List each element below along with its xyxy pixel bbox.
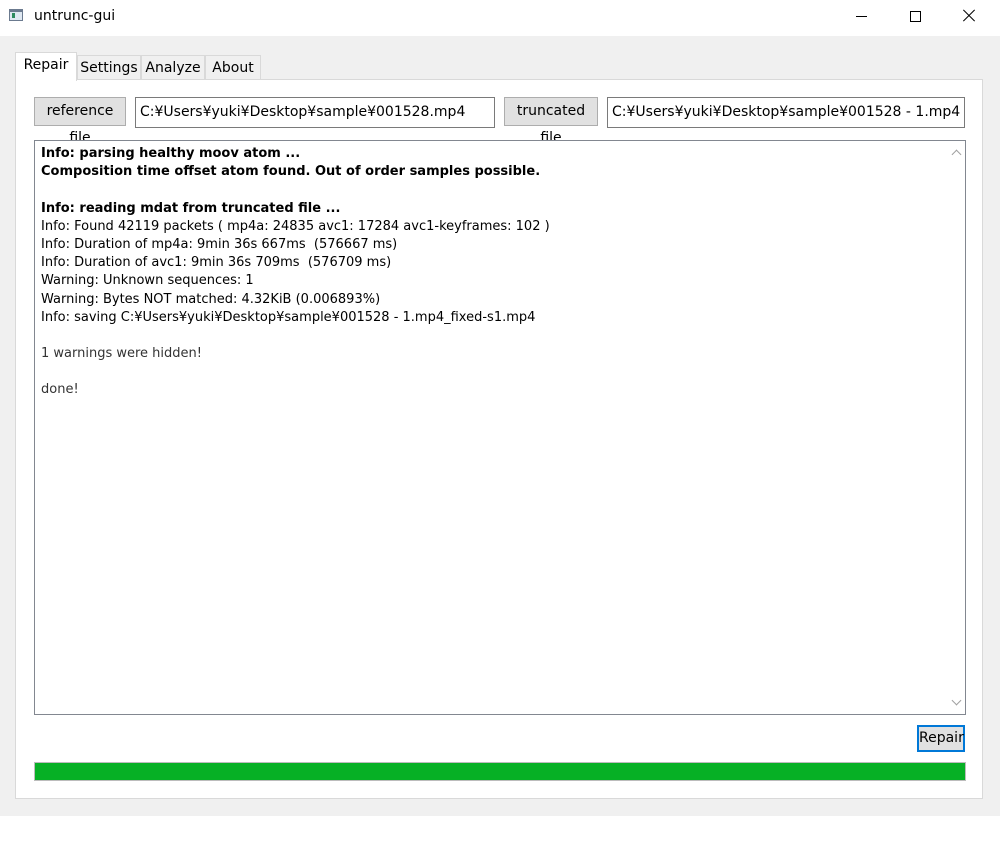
- log-line: Info: Duration of avc1: 9min 36s 709ms (…: [41, 255, 392, 271]
- maximize-button[interactable]: [888, 0, 942, 32]
- log-line: done!: [41, 382, 79, 398]
- repair-button[interactable]: Repair: [917, 725, 965, 752]
- progress-bar-fill: [35, 763, 965, 780]
- log-line: Warning: Unknown sequences: 1: [41, 273, 254, 289]
- scroll-up-button[interactable]: [947, 143, 965, 163]
- log-scrollbar[interactable]: [947, 141, 965, 714]
- title-bar[interactable]: untrunc-gui: [0, 0, 1000, 36]
- log-line: Info: reading mdat from truncated file .…: [41, 200, 341, 216]
- close-icon: [962, 9, 976, 23]
- close-button[interactable]: [942, 0, 996, 32]
- app-window-icon: [9, 9, 23, 21]
- log-line: Info: saving C:¥Users¥yuki¥Desktop¥sampl…: [41, 309, 536, 325]
- log-output[interactable]: Info: parsing healthy moov atom ... Compo…: [34, 140, 966, 715]
- log-line: Info: Duration of mp4a: 9min 36s 667ms (…: [41, 236, 398, 252]
- truncated-file-button[interactable]: truncated file: [504, 97, 598, 146]
- scroll-down-button[interactable]: [947, 692, 965, 712]
- log-text: Info: parsing healthy moov atom ... Compo…: [41, 145, 941, 400]
- reference-file-path-field[interactable]: C:¥Users¥yuki¥Desktop¥sample¥001528.mp4: [135, 97, 495, 128]
- log-line: Warning: Bytes NOT matched: 4.32KiB (0.0…: [41, 291, 381, 307]
- log-line: Info: parsing healthy moov atom ...: [41, 146, 301, 161]
- log-line: Info: Found 42119 packets ( mp4a: 24835 …: [41, 218, 550, 234]
- app-window: untrunc-gui Repair Settings Analyze Abou…: [0, 0, 1000, 816]
- log-line: Composition time offset atom found. Out …: [41, 164, 541, 180]
- tab-analyze[interactable]: Analyze: [141, 55, 205, 80]
- chevron-up-icon: [951, 149, 961, 160]
- progress-bar: [34, 762, 966, 781]
- tab-about[interactable]: About: [205, 55, 261, 80]
- truncated-file-path-field[interactable]: C:¥Users¥yuki¥Desktop¥sample¥001528 - 1.…: [607, 97, 965, 128]
- tab-repair[interactable]: Repair: [15, 52, 77, 81]
- maximize-icon: [909, 10, 921, 22]
- window-title: untrunc-gui: [34, 8, 116, 24]
- minimize-icon: [855, 15, 867, 17]
- minimize-button[interactable]: [834, 0, 888, 32]
- chevron-down-icon: [951, 695, 961, 706]
- reference-file-button[interactable]: reference file: [34, 97, 126, 146]
- log-line: 1 warnings were hidden!: [41, 346, 202, 362]
- tab-settings[interactable]: Settings: [77, 55, 141, 80]
